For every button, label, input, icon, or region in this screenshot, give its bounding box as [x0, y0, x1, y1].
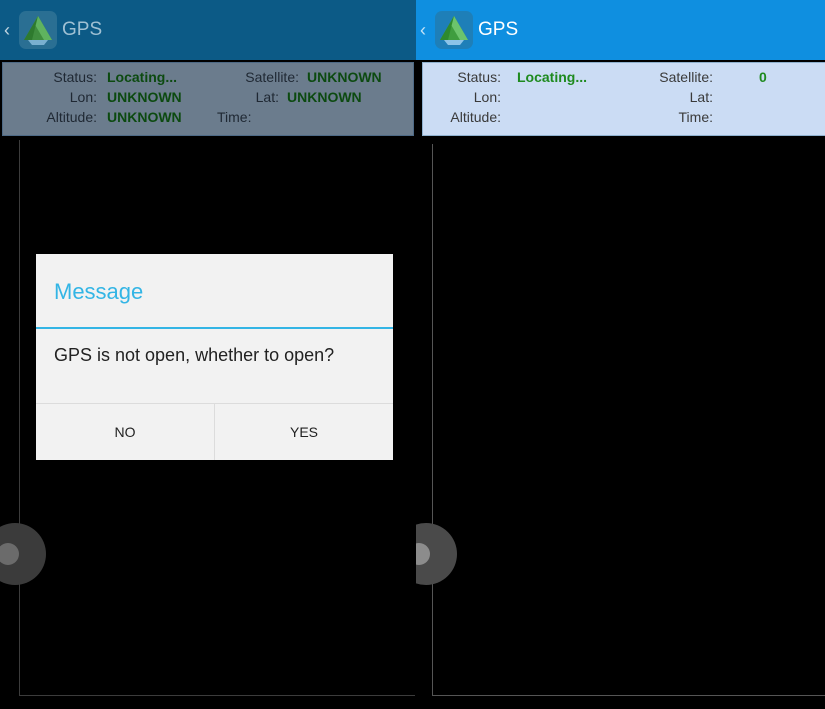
dialog-title: Message: [54, 279, 144, 304]
dialog-message: GPS is not open, whether to open?: [54, 345, 335, 365]
right-screen: ‹ GPS Status: Locating... Satellite: 0 L…: [416, 0, 825, 709]
app-logo-icon[interactable]: [434, 10, 474, 50]
gps-status-panel: Status: Locating... Satellite: 0 Lon: La…: [422, 62, 825, 136]
left-screen: ‹ GPS Status: Locating... Satellite: UNK…: [0, 0, 416, 709]
app-title: GPS: [478, 19, 519, 40]
status-label: Status:: [457, 69, 501, 85]
map-area[interactable]: [432, 144, 825, 696]
yes-button[interactable]: YES: [215, 404, 393, 460]
no-button[interactable]: NO: [36, 404, 215, 460]
satellite-value: 0: [759, 69, 767, 85]
lon-label: Lon:: [473, 89, 501, 105]
status-value: Locating...: [517, 69, 587, 85]
lat-label: Lat:: [689, 89, 713, 105]
app-bar: ‹ GPS: [416, 0, 825, 60]
joystick-knob[interactable]: [416, 543, 430, 565]
time-label: Time:: [678, 109, 713, 125]
dialog-button-bar: NO YES: [36, 403, 393, 460]
message-dialog: Message GPS is not open, whether to open…: [36, 254, 393, 460]
back-chevron-icon[interactable]: ‹: [420, 20, 430, 40]
satellite-label: Satellite:: [659, 69, 713, 85]
altitude-label: Altitude:: [450, 109, 501, 125]
dialog-divider: [36, 327, 393, 329]
